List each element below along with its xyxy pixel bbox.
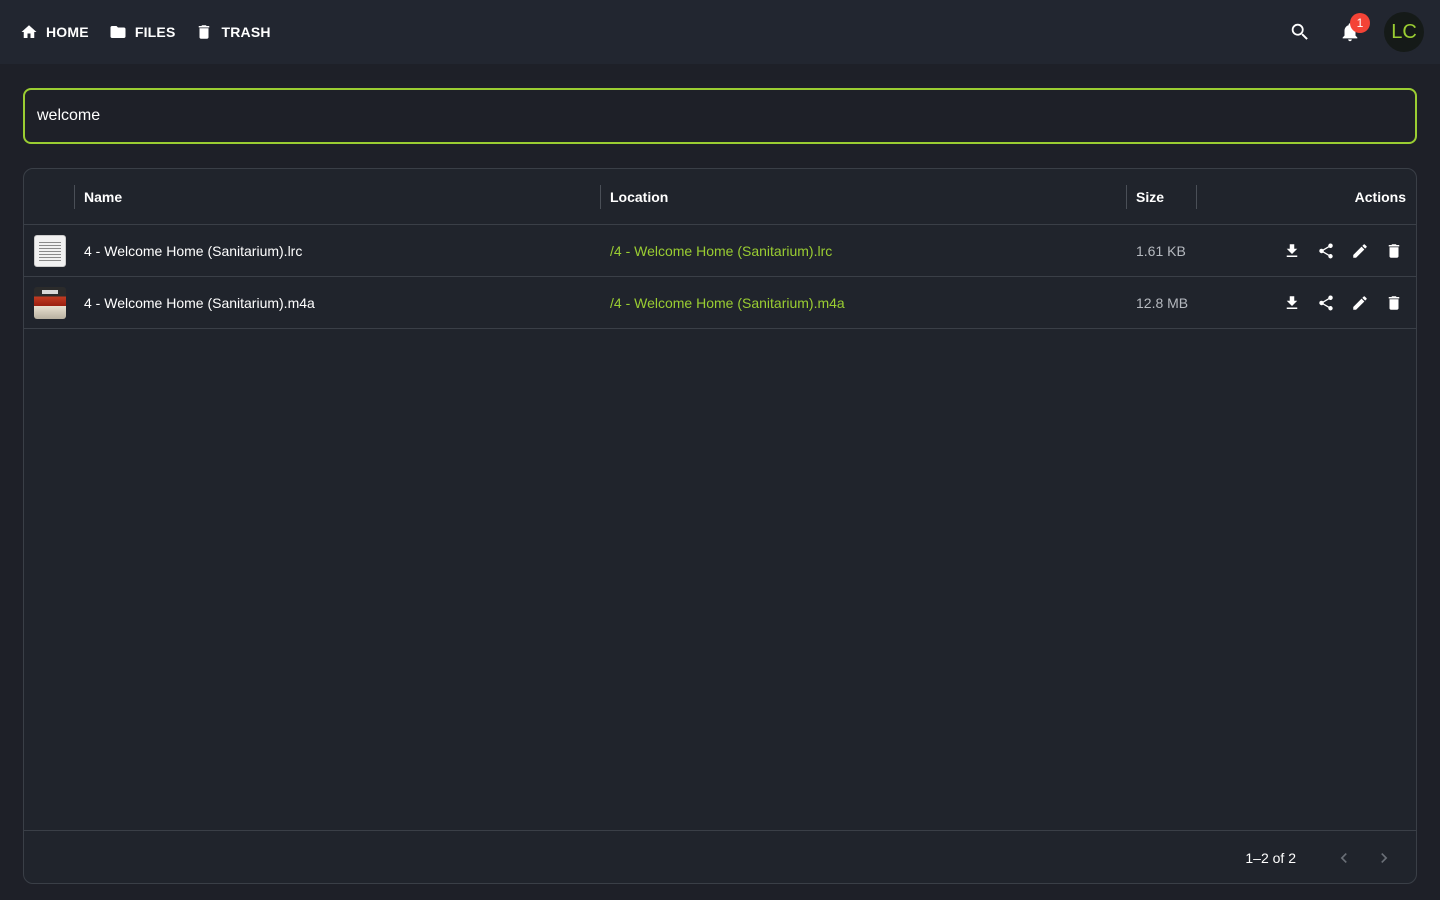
chevron-left-icon	[1340, 852, 1347, 863]
edit-icon	[1353, 296, 1367, 310]
delete-icon	[1388, 296, 1400, 310]
file-size-text: 12.8 MB	[1136, 295, 1189, 311]
next-page-button[interactable]	[1364, 838, 1404, 878]
file-location[interactable]: /4 - Welcome Home (Sanitarium).lrc	[610, 225, 832, 277]
file-location-link[interactable]: /4 - Welcome Home (Sanitarium).m4a	[610, 295, 845, 311]
search-input[interactable]	[25, 90, 1415, 142]
edit-button[interactable]	[1348, 239, 1372, 263]
table-footer: 1–2 of 2	[24, 830, 1416, 883]
file-name[interactable]: 4 - Welcome Home (Sanitarium).m4a	[84, 277, 315, 329]
edit-icon	[1353, 244, 1367, 258]
nav-home[interactable]: HOME	[20, 23, 89, 41]
search-field	[23, 88, 1417, 144]
file-name-text: 4 - Welcome Home (Sanitarium).m4a	[84, 295, 315, 311]
file-size: 12.8 MB	[1136, 277, 1188, 329]
nav-files-label: FILES	[134, 24, 176, 40]
delete-button[interactable]	[1382, 239, 1406, 263]
nav-files[interactable]: FILES	[109, 23, 176, 41]
delete-icon	[1388, 244, 1400, 258]
album-art-thumbnail	[34, 287, 66, 319]
thumbnail-cell	[34, 277, 66, 329]
main-nav: HOME FILES TRASH	[20, 23, 271, 41]
row-actions	[1280, 225, 1406, 277]
share-icon	[1319, 243, 1333, 259]
search-icon	[1291, 23, 1308, 40]
search-button[interactable]	[1280, 12, 1320, 52]
nav-trash[interactable]: TRASH	[195, 23, 271, 41]
thumbnail-cell	[34, 225, 66, 277]
nav-trash-label: TRASH	[221, 24, 271, 40]
file-location-link[interactable]: /4 - Welcome Home (Sanitarium).lrc	[610, 243, 832, 259]
topbar-actions: 1 LC	[1280, 12, 1424, 52]
home-icon	[21, 25, 37, 38]
file-size: 1.61 KB	[1136, 225, 1186, 277]
table-row[interactable]: 4 - Welcome Home (Sanitarium).lrc /4 - W…	[24, 225, 1416, 277]
share-button[interactable]	[1314, 239, 1338, 263]
nav-home-label: HOME	[46, 24, 89, 40]
share-button[interactable]	[1314, 291, 1338, 315]
download-icon	[1286, 296, 1298, 309]
column-separator[interactable]	[74, 185, 75, 209]
notifications-button[interactable]: 1	[1330, 12, 1370, 52]
delete-button[interactable]	[1382, 291, 1406, 315]
lyrics-file-thumbnail	[34, 235, 66, 267]
trash-icon	[199, 25, 210, 39]
folder-icon	[110, 26, 126, 38]
column-header-actions: Actions	[1354, 189, 1406, 205]
column-header-name[interactable]: Name	[84, 169, 122, 225]
pagination-text: 1–2 of 2	[1245, 849, 1296, 866]
download-icon	[1286, 244, 1298, 257]
column-separator[interactable]	[1196, 185, 1197, 209]
file-name-text: 4 - Welcome Home (Sanitarium).lrc	[84, 243, 303, 259]
download-button[interactable]	[1280, 239, 1304, 263]
file-size-text: 1.61 KB	[1136, 243, 1186, 259]
column-header-location[interactable]: Location	[610, 169, 668, 225]
results-table: Name Location Size Actions 4 - Welcome H…	[23, 168, 1417, 884]
file-name[interactable]: 4 - Welcome Home (Sanitarium).lrc	[84, 225, 302, 277]
table-row[interactable]: 4 - Welcome Home (Sanitarium).m4a /4 - W…	[24, 277, 1416, 329]
row-actions	[1280, 277, 1406, 329]
notification-badge: 1	[1350, 13, 1370, 33]
top-app-bar: HOME FILES TRASH 1 LC	[0, 0, 1440, 64]
previous-page-button[interactable]	[1324, 838, 1364, 878]
chevron-right-icon	[1381, 852, 1388, 863]
column-separator[interactable]	[1126, 185, 1127, 209]
table-header: Name Location Size Actions	[24, 169, 1416, 225]
file-location[interactable]: /4 - Welcome Home (Sanitarium).m4a	[610, 277, 845, 329]
column-separator[interactable]	[600, 185, 601, 209]
column-header-size[interactable]: Size	[1136, 169, 1164, 225]
edit-button[interactable]	[1348, 291, 1372, 315]
share-icon	[1319, 295, 1333, 311]
download-button[interactable]	[1280, 291, 1304, 315]
avatar[interactable]: LC	[1384, 12, 1424, 52]
